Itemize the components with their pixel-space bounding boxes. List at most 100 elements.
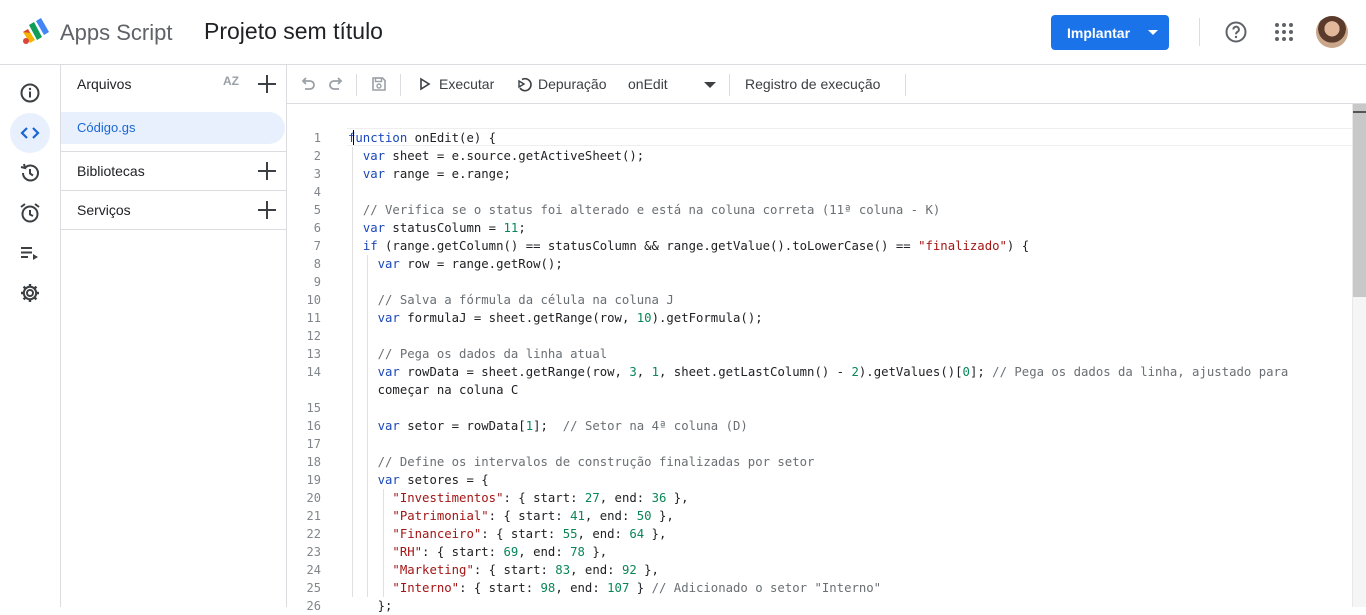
libraries-label: Bibliotecas (77, 163, 145, 179)
code-line: "Investimentos": { start: 27, end: 36 }, (392, 491, 689, 505)
project-title[interactable]: Projeto sem título (204, 18, 383, 45)
chevron-down-icon (1148, 30, 1159, 35)
code-line: if (range.getColumn() == statusColumn &&… (362, 239, 1030, 253)
line-number: 22 (306, 527, 321, 541)
line-number: 7 (313, 239, 321, 253)
apps-script-logo[interactable] (20, 16, 54, 46)
avatar[interactable] (1316, 16, 1348, 48)
overview-button[interactable] (10, 73, 50, 113)
code-line: var formulaJ = sheet.getRange(row, 10).g… (377, 311, 763, 325)
code-line: var rowData = sheet.getRange(row, 3, 1, … (377, 365, 1289, 379)
line-number: 10 (306, 293, 321, 307)
triggers-button[interactable] (10, 193, 50, 233)
gear-icon (21, 284, 39, 302)
editor-button[interactable] (10, 113, 50, 153)
top-app-bar: Apps Script Projeto sem título Implantar (0, 0, 1366, 65)
undo-icon[interactable] (299, 75, 317, 93)
code-line: function onEdit(e) { (348, 131, 497, 145)
files-panel: Arquivos AZ Código.gs Bibliotecas Serviç… (61, 65, 287, 607)
line-number: 16 (306, 419, 321, 433)
line-number: 18 (306, 455, 321, 469)
code-line: var range = e.range; (362, 167, 511, 181)
nav-rail (0, 65, 61, 607)
file-name: Código.gs (77, 120, 136, 135)
play-icon (420, 77, 431, 91)
libraries-section[interactable]: Bibliotecas (61, 151, 286, 190)
chevron-down-icon[interactable] (704, 82, 716, 88)
file-item-codigo[interactable]: Código.gs (61, 112, 285, 144)
line-number: 1 (313, 131, 321, 145)
playlist-icon (21, 247, 38, 260)
code-line: "Patrimonial": { start: 41, end: 50 }, (392, 509, 674, 523)
scrollbar-thumb[interactable] (1353, 104, 1366, 297)
services-section[interactable]: Serviços (61, 190, 286, 229)
add-service-icon[interactable] (257, 200, 277, 220)
app-name[interactable]: Apps Script (60, 20, 173, 46)
settings-button[interactable] (10, 273, 50, 313)
code-line: }; (348, 599, 393, 613)
redo-icon[interactable] (327, 75, 345, 93)
code-line: "Marketing": { start: 83, end: 92 }, (392, 563, 659, 577)
line-number: 5 (313, 203, 321, 217)
line-number: 4 (313, 185, 321, 199)
code-line: var setor = rowData[1]; // Setor na 4ª c… (377, 419, 748, 433)
run-button[interactable]: Executar (439, 76, 494, 92)
function-select[interactable]: onEdit (628, 76, 668, 92)
code-line: // Salva a fórmula da célula na coluna J (377, 293, 674, 307)
add-library-icon[interactable] (257, 161, 277, 181)
divider (356, 74, 357, 96)
divider (905, 74, 906, 96)
line-number: 2 (313, 149, 321, 163)
executions-button[interactable] (10, 233, 50, 273)
line-number: 11 (306, 311, 321, 325)
execution-log-button[interactable]: Registro de execução (745, 76, 880, 92)
line-number: 26 (306, 599, 321, 613)
line-number: 24 (306, 563, 321, 577)
code-editor[interactable]: 1 2 3 4 5 6 7 8 9 10 11 12 13 14 15 16 17 18 19 20 21 22 23 24 2… (287, 104, 1366, 613)
debug-button[interactable]: Depuração (538, 76, 607, 92)
add-file-icon[interactable] (257, 74, 277, 94)
history-button[interactable] (10, 153, 50, 193)
code-line: "Interno": { start: 98, end: 107 } // Ad… (392, 581, 882, 595)
files-header: Arquivos AZ (61, 65, 286, 105)
files-title: Arquivos (77, 76, 132, 92)
current-line-highlight (347, 128, 1352, 146)
line-number: 23 (306, 545, 321, 559)
code-line: "RH": { start: 69, end: 78 }, (392, 545, 608, 559)
deploy-button[interactable]: Implantar (1051, 15, 1169, 50)
sort-az-icon[interactable]: AZ (223, 74, 239, 88)
deploy-label: Implantar (1067, 24, 1131, 41)
line-number: 6 (313, 221, 321, 235)
line-number: 13 (306, 347, 321, 361)
line-number: 19 (306, 473, 321, 487)
cursor-position-marker (1353, 111, 1366, 113)
apps-grid-icon[interactable] (1274, 22, 1294, 42)
line-number: 21 (306, 509, 321, 523)
line-number: 14 (306, 365, 321, 379)
line-number: 25 (306, 581, 321, 595)
line-number: 9 (313, 275, 321, 289)
history-icon (20, 163, 39, 182)
line-number: 3 (313, 167, 321, 181)
line-number: 15 (306, 401, 321, 415)
divider (729, 74, 730, 96)
divider (400, 74, 401, 96)
save-icon[interactable] (370, 75, 388, 93)
code-line: var sheet = e.source.getActiveSheet(); (362, 149, 645, 163)
info-icon (20, 83, 40, 103)
line-number: 17 (306, 437, 321, 451)
indent-guide (367, 255, 368, 597)
code-line: // Pega os dados da linha atual (377, 347, 608, 361)
editor-toolbar: Executar Depuração onEdit Registro de ex… (287, 65, 1366, 104)
code-line: // Define os intervalos de construção fi… (377, 455, 815, 469)
line-number: 12 (306, 329, 321, 343)
line-number: 8 (313, 257, 321, 271)
divider (61, 229, 286, 230)
code-line: começar na coluna C (348, 383, 519, 397)
divider (1199, 18, 1200, 46)
services-label: Serviços (77, 202, 131, 218)
code-icon (20, 127, 40, 139)
help-icon[interactable] (1224, 20, 1248, 44)
code-line: var row = range.getRow(); (377, 257, 563, 271)
debug-icon (518, 77, 532, 92)
